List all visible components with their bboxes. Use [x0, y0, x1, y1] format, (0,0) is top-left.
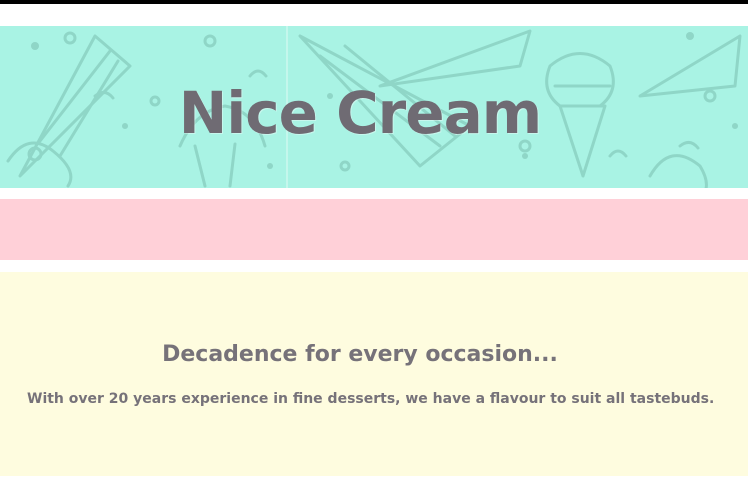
top-bar [0, 0, 748, 4]
section-description: With over 20 years experience in fine de… [27, 391, 715, 407]
section-heading: Decadence for every occasion... [162, 342, 558, 367]
intro-section: Decadence for every occasion... With ove… [0, 272, 748, 476]
hero-banner: Nice Cream [0, 26, 748, 188]
nav-band [0, 199, 748, 260]
site-title: Nice Cream [178, 79, 542, 147]
